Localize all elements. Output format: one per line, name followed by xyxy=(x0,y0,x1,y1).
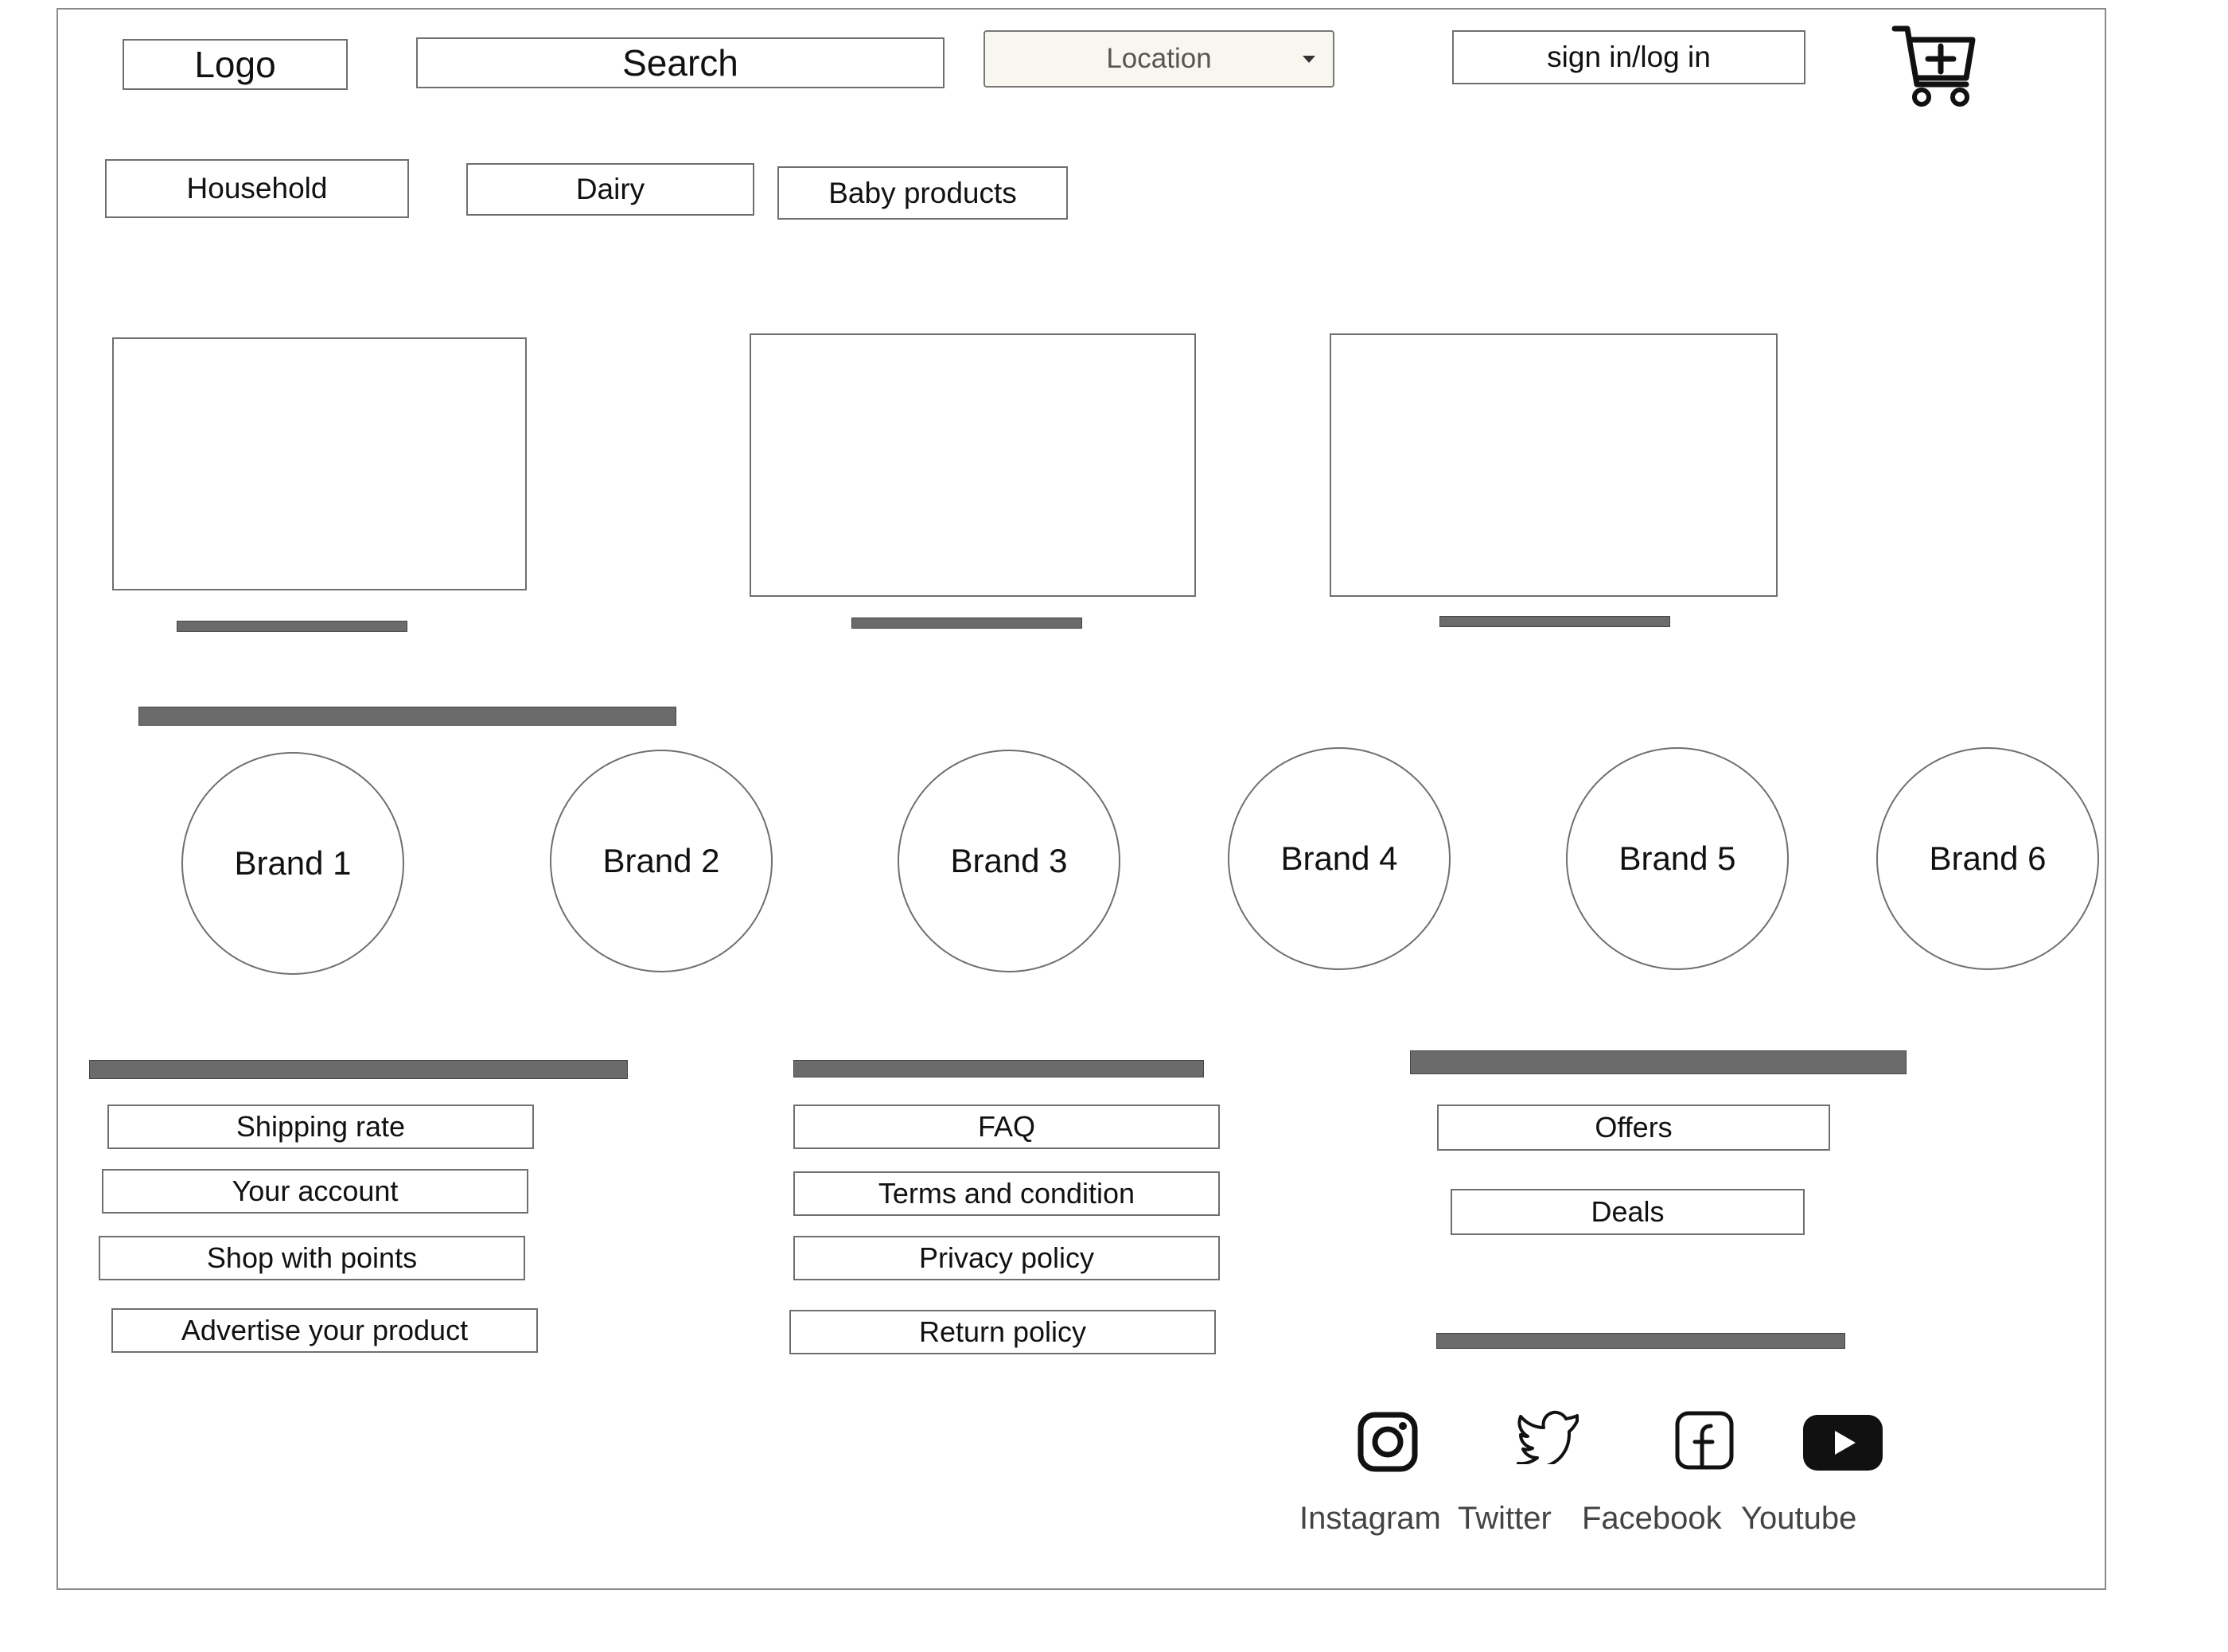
brand-circle-6[interactable]: Brand 6 xyxy=(1876,747,2099,970)
category-household[interactable]: Household xyxy=(105,159,409,218)
logo[interactable]: Logo xyxy=(123,39,348,90)
product-caption-2 xyxy=(851,618,1082,629)
brand-circle-5[interactable]: Brand 5 xyxy=(1566,747,1789,970)
category-baby-products[interactable]: Baby products xyxy=(777,166,1068,220)
twitter-icon[interactable] xyxy=(1517,1408,1580,1464)
brand-circle-3[interactable]: Brand 3 xyxy=(898,750,1120,972)
twitter-label[interactable]: Twitter xyxy=(1458,1501,1552,1537)
instagram-label[interactable]: Instagram xyxy=(1299,1501,1441,1537)
footer-col3-heading xyxy=(1410,1050,1907,1074)
footer-link-privacy-policy[interactable]: Privacy policy xyxy=(793,1236,1220,1280)
footer-link-deals[interactable]: Deals xyxy=(1451,1189,1805,1235)
footer-link-terms[interactable]: Terms and condition xyxy=(793,1171,1220,1216)
chevron-down-icon xyxy=(1303,56,1315,63)
signin-button[interactable]: sign in/log in xyxy=(1452,30,1805,84)
location-dropdown[interactable]: Location xyxy=(984,30,1334,88)
product-image-2[interactable] xyxy=(750,333,1196,597)
location-label: Location xyxy=(1106,43,1212,74)
product-image-3[interactable] xyxy=(1330,333,1778,597)
product-image-1[interactable] xyxy=(112,337,527,590)
footer-link-shop-with-points[interactable]: Shop with points xyxy=(99,1236,525,1280)
youtube-label[interactable]: Youtube xyxy=(1741,1501,1856,1537)
footer-link-return-policy[interactable]: Return policy xyxy=(789,1310,1216,1354)
youtube-icon[interactable] xyxy=(1801,1413,1884,1472)
brands-heading xyxy=(138,707,676,726)
facebook-icon[interactable] xyxy=(1674,1410,1735,1471)
footer-link-advertise[interactable]: Advertise your product xyxy=(111,1308,538,1353)
brand-circle-2[interactable]: Brand 2 xyxy=(550,750,773,972)
cart-plus-icon[interactable] xyxy=(1890,22,1977,110)
facebook-label[interactable]: Facebook xyxy=(1582,1501,1722,1537)
product-caption-3 xyxy=(1439,616,1670,627)
footer-col2-heading xyxy=(793,1060,1204,1077)
footer-link-faq[interactable]: FAQ xyxy=(793,1105,1220,1149)
category-dairy[interactable]: Dairy xyxy=(466,163,754,216)
search-input[interactable]: Search xyxy=(416,37,945,88)
social-heading xyxy=(1436,1333,1845,1349)
footer-link-shipping-rate[interactable]: Shipping rate xyxy=(107,1105,534,1149)
footer-link-offers[interactable]: Offers xyxy=(1437,1105,1830,1151)
footer-link-your-account[interactable]: Your account xyxy=(102,1169,528,1214)
instagram-icon[interactable] xyxy=(1356,1410,1420,1474)
brand-circle-1[interactable]: Brand 1 xyxy=(181,752,404,975)
footer-col1-heading xyxy=(89,1060,628,1079)
brand-circle-4[interactable]: Brand 4 xyxy=(1228,747,1451,970)
product-caption-1 xyxy=(177,621,407,632)
